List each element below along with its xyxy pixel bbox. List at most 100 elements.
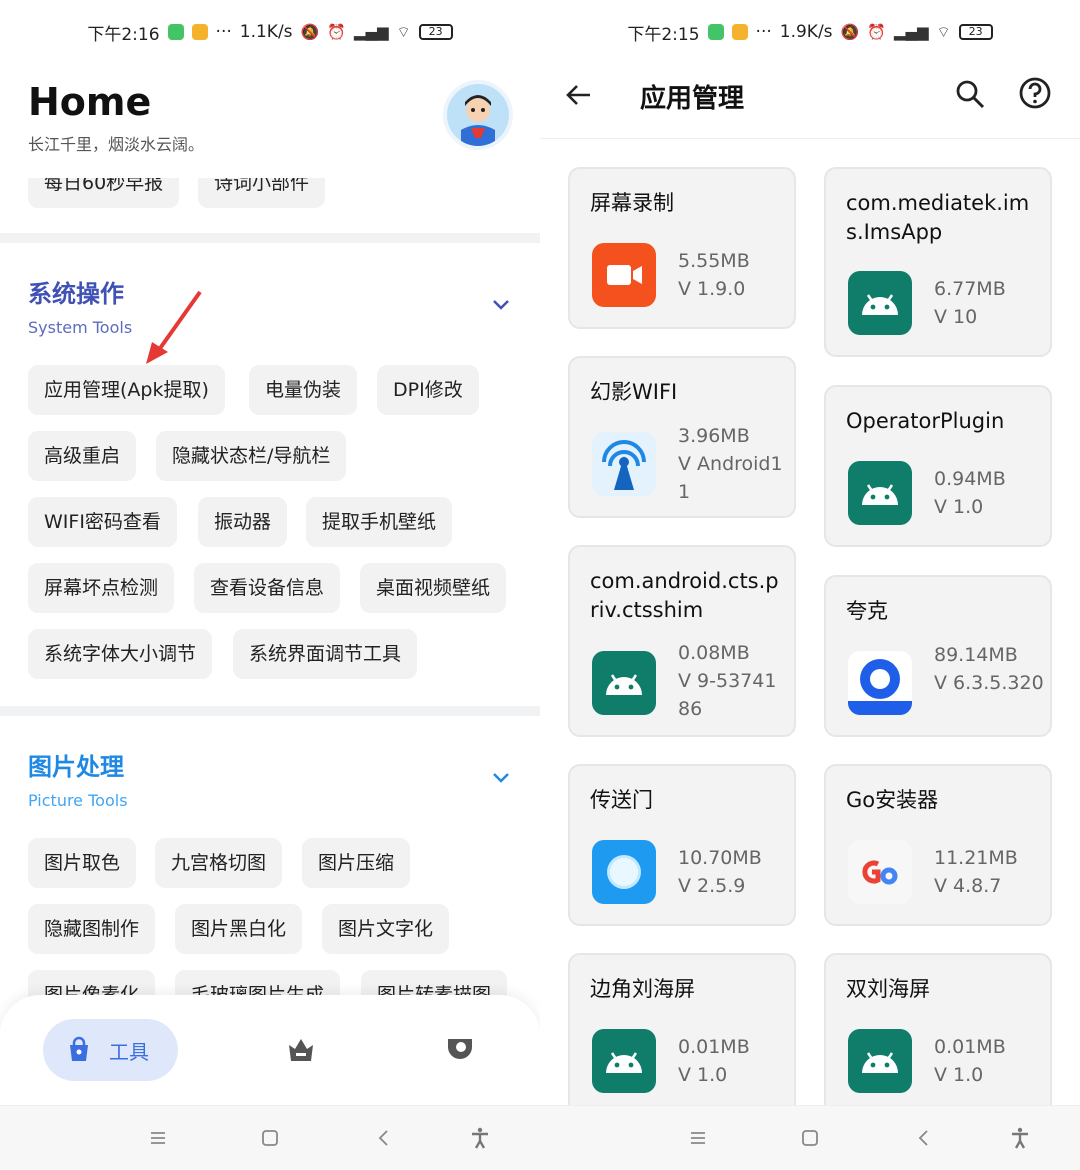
app-version: V 2.5.9	[678, 875, 746, 897]
app-card[interactable]: com.android.cts.priv.ctsshim 0.08MB V 9-…	[568, 545, 796, 737]
help-icon[interactable]	[1018, 76, 1052, 110]
chip-dead-pixel[interactable]: 屏幕坏点检测	[28, 563, 175, 613]
battery-icon: 23	[958, 24, 993, 40]
chip-vibrator[interactable]: 振动器	[198, 497, 288, 547]
tools-scroll-area[interactable]: 每日60秒早报 诗词小部件 系统操作 System Tools 应用管理(Apk…	[0, 178, 540, 998]
chip-font-size[interactable]: 系统字体大小调节	[28, 629, 213, 679]
page-title: Home	[28, 80, 152, 124]
status-bar: 下午2:15 ··· 1.9K/s 🔕 ⏰ ▂▄▆ ⌔ 23	[540, 0, 1080, 64]
wechat-notification-icon	[707, 24, 724, 40]
back-icon[interactable]	[912, 1126, 936, 1150]
menu-icon[interactable]	[146, 1126, 170, 1150]
avatar-cartoon-icon	[447, 84, 509, 146]
app-name: 屏幕录制	[590, 191, 674, 215]
chip-wallpaper-extract[interactable]: 提取手机壁纸	[306, 497, 453, 547]
ghost-icon[interactable]	[444, 1033, 476, 1065]
status-time: 下午2:16	[87, 24, 160, 45]
alarm-icon: ⏰	[327, 23, 346, 41]
app-manager-screen: 下午2:15 ··· 1.9K/s 🔕 ⏰ ▂▄▆ ⌔ 23 应用管理 屏幕录制…	[540, 0, 1080, 1170]
app-card[interactable]: 屏幕录制 5.55MB V 1.9.0	[568, 167, 796, 329]
page-subtitle: 长江千里，烟淡水云阔。	[28, 135, 205, 154]
app-version: V 4.8.7	[934, 875, 1002, 897]
app-card[interactable]: 夸克 89.14MB V 6.3.5.320	[824, 575, 1052, 737]
app-size: 11.21MB	[934, 847, 1018, 869]
mute-icon: 🔕	[300, 23, 320, 41]
network-speed: 1.9K/s	[779, 22, 833, 42]
app-name: 双刘海屏	[846, 977, 930, 1001]
chip-advanced-reboot[interactable]: 高级重启	[28, 431, 137, 481]
screen-record-icon	[592, 243, 656, 307]
chip-video-wallpaper[interactable]: 桌面视频壁纸	[360, 563, 507, 613]
home-icon[interactable]	[798, 1126, 822, 1150]
app-size: 0.94MB	[934, 468, 1006, 490]
nav-tools-label: 工具	[109, 1039, 149, 1064]
app-name: 夸克	[846, 599, 888, 623]
chip-color-picker[interactable]: 图片取色	[28, 838, 137, 888]
app-card[interactable]: 传送门 10.70MB V 2.5.9	[568, 764, 796, 926]
portal-icon	[592, 840, 656, 904]
status-time: 下午2:15	[627, 24, 700, 45]
app-version: V 10	[934, 306, 978, 328]
back-icon[interactable]	[372, 1126, 396, 1150]
app-name: com.android.cts.priv.ctsshim	[590, 569, 779, 622]
system-section-subtitle: System Tools	[28, 318, 133, 337]
crown-icon[interactable]	[285, 1033, 317, 1065]
app-version: V 1.0	[678, 1064, 728, 1086]
app-grid[interactable]: 屏幕录制 5.55MB V 1.9.0 幻影WIFI 3.96MB V Andr…	[540, 139, 1080, 1105]
app-version: V 1.0	[934, 1064, 984, 1086]
chip-wifi-password[interactable]: WIFI密码查看	[28, 497, 177, 547]
android-icon	[848, 1029, 912, 1093]
app-card[interactable]: 幻影WIFI 3.96MB V Android11	[568, 356, 796, 518]
chip-battery-fake[interactable]: 电量伪装	[249, 365, 358, 415]
home-icon[interactable]	[258, 1126, 282, 1150]
go-installer-icon	[848, 840, 912, 904]
chip-hide-statusbar[interactable]: 隐藏状态栏/导航栏	[156, 431, 347, 481]
wechat-notification-icon	[167, 24, 184, 40]
chip-app-manager[interactable]: 应用管理(Apk提取)	[28, 365, 225, 415]
chevron-down-icon[interactable]	[490, 766, 512, 788]
app-name: 幻影WIFI	[590, 380, 678, 404]
chip-ui-tuner[interactable]: 系统界面调节工具	[233, 629, 418, 679]
search-icon[interactable]	[954, 78, 986, 110]
android-icon	[592, 1029, 656, 1093]
app-card[interactable]: OperatorPlugin 0.94MB V 1.0	[824, 385, 1052, 547]
app-card[interactable]: com.mediatek.ims.ImsApp 6.77MB V 10	[824, 167, 1052, 357]
app-version: V 9-5374186	[678, 670, 777, 720]
app-card[interactable]: 边角刘海屏 0.01MB V 1.0	[568, 953, 796, 1105]
accessibility-icon[interactable]	[1008, 1126, 1032, 1150]
signal-icon: ▂▄▆	[893, 23, 929, 41]
chip-hidden-image[interactable]: 隐藏图制作	[28, 904, 156, 954]
chip-poetry-widget[interactable]: 诗词小部件	[198, 178, 326, 208]
bag-icon	[70, 1036, 88, 1061]
wifi-icon: ⌔	[936, 22, 951, 41]
app-notification-icon	[731, 24, 748, 40]
app-size: 89.14MB	[934, 644, 1018, 666]
alarm-icon: ⏰	[867, 23, 886, 41]
accessibility-icon[interactable]	[468, 1126, 492, 1150]
android-icon	[848, 461, 912, 525]
chip-pixelate[interactable]: 图片像素化	[28, 970, 156, 998]
app-notification-icon	[191, 24, 208, 40]
section-divider	[0, 706, 540, 716]
chip-frosted-glass[interactable]: 毛玻璃图片生成	[175, 970, 341, 998]
status-bar: 下午2:16 ··· 1.1K/s 🔕 ⏰ ▂▄▆ ⌔ 23	[0, 0, 540, 64]
chip-daily-news[interactable]: 每日60秒早报	[28, 178, 180, 208]
back-arrow-icon[interactable]	[564, 80, 594, 110]
menu-icon[interactable]	[686, 1126, 710, 1150]
app-size: 0.01MB	[678, 1036, 750, 1058]
wifi-icon: ⌔	[396, 22, 411, 41]
chip-text-image[interactable]: 图片文字化	[322, 904, 450, 954]
chip-sketch[interactable]: 图片转素描图	[361, 970, 508, 998]
nav-tools-tab[interactable]: 工具	[43, 1019, 178, 1081]
avatar[interactable]	[443, 80, 513, 150]
chip-device-info[interactable]: 查看设备信息	[194, 563, 341, 613]
picture-section-title: 图片处理	[28, 753, 124, 781]
app-card[interactable]: Go安装器 11.21MB V 4.8.7	[824, 764, 1052, 926]
chip-grid-cut[interactable]: 九宫格切图	[155, 838, 283, 888]
network-speed: 1.1K/s	[239, 22, 293, 42]
chip-image-compress[interactable]: 图片压缩	[302, 838, 411, 888]
chevron-down-icon[interactable]	[490, 293, 512, 315]
chip-grayscale[interactable]: 图片黑白化	[175, 904, 303, 954]
app-card[interactable]: 双刘海屏 0.01MB V 1.0	[824, 953, 1052, 1105]
chip-dpi[interactable]: DPI修改	[377, 365, 479, 415]
